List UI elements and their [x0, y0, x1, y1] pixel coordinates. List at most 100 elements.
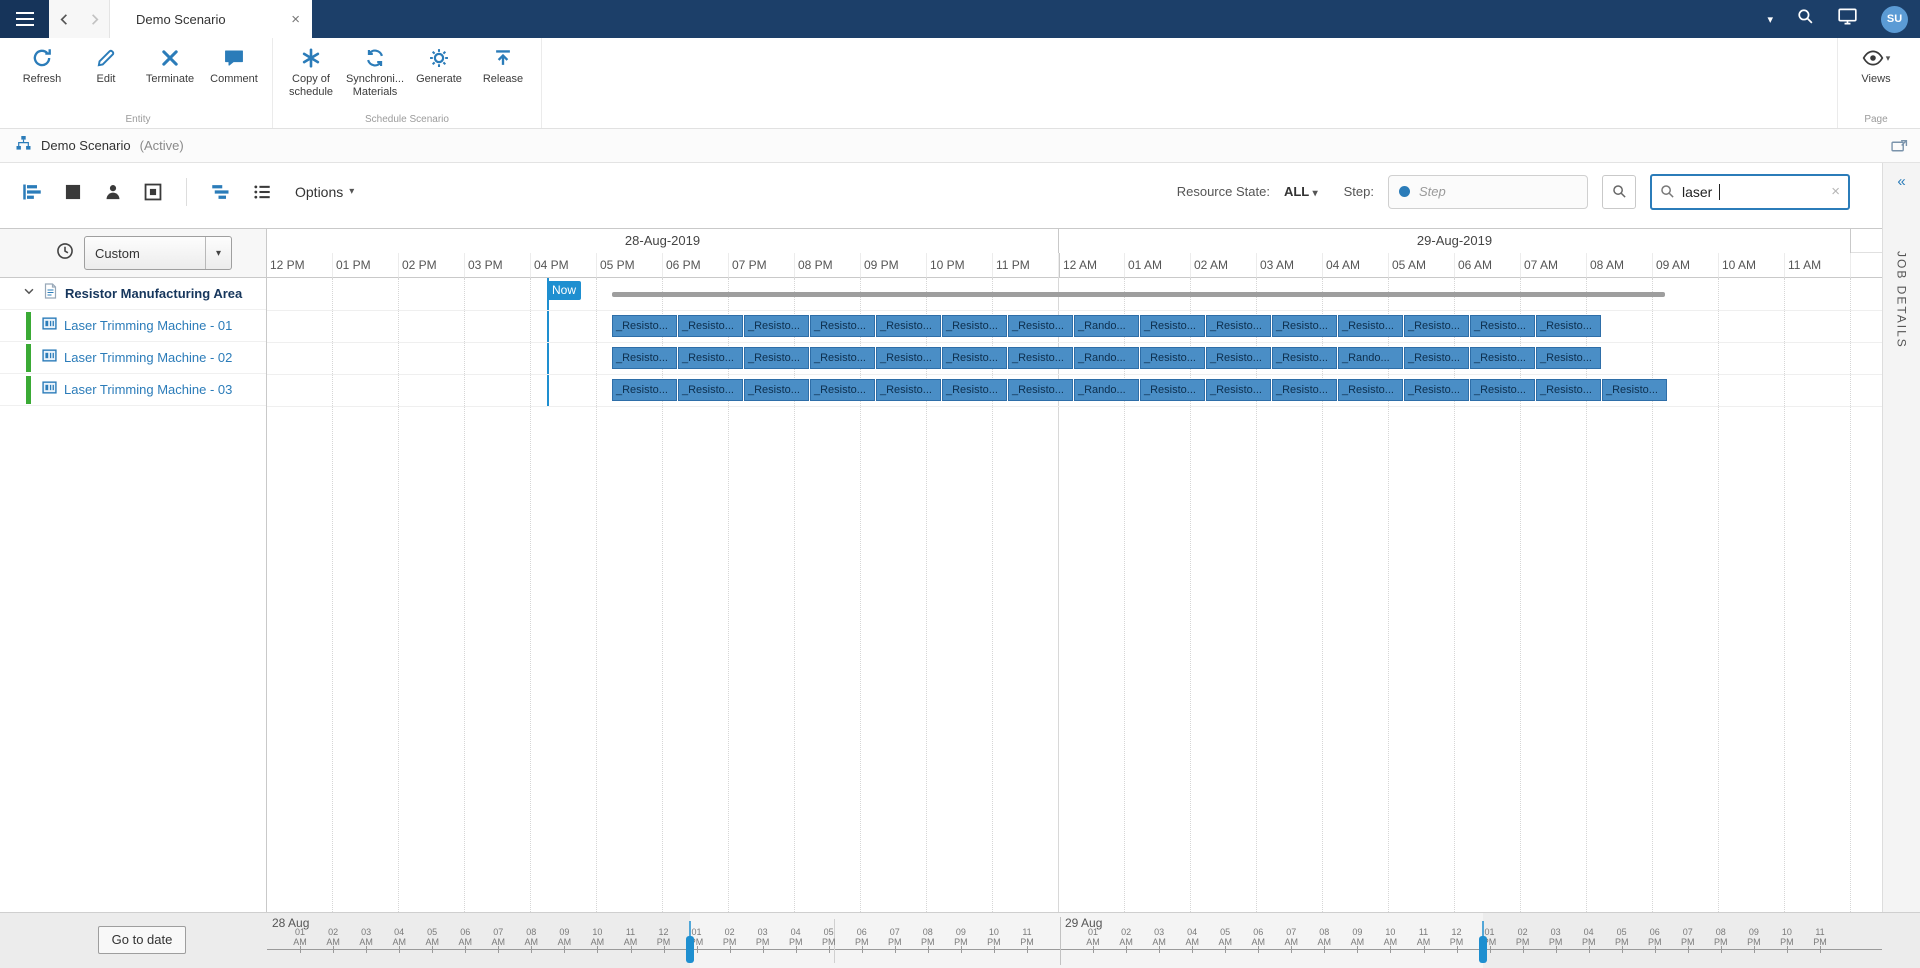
comment-button[interactable]: Comment: [202, 46, 266, 86]
task-bar[interactable]: _Resisto...: [876, 315, 941, 337]
task-bar[interactable]: _Resisto...: [876, 379, 941, 401]
collapse-panel-icon[interactable]: «: [1883, 173, 1920, 190]
task-bar[interactable]: _Resisto...: [1404, 347, 1469, 369]
task-bar[interactable]: _Resisto...: [810, 315, 875, 337]
generate-button[interactable]: Generate: [407, 46, 471, 99]
time-range-value: Custom: [85, 246, 205, 261]
task-bar[interactable]: _Resisto...: [942, 379, 1007, 401]
task-bar[interactable]: _Resisto...: [1536, 347, 1601, 369]
topbar-actions: ▾ SU: [1767, 0, 1908, 38]
task-bar[interactable]: _Resisto...: [1008, 315, 1073, 337]
task-bar[interactable]: _Resisto...: [1140, 379, 1205, 401]
timeline-range-handle-left[interactable]: [686, 936, 694, 963]
task-bar[interactable]: _Resisto...: [744, 315, 809, 337]
gantt-view-button[interactable]: [22, 183, 42, 201]
status-badge: (Active): [140, 138, 184, 153]
edit-button[interactable]: Edit: [74, 46, 138, 86]
task-bar[interactable]: _Resisto...: [1140, 347, 1205, 369]
task-bar[interactable]: _Resisto...: [1602, 379, 1667, 401]
tree-machine-row[interactable]: Laser Trimming Machine - 02: [0, 342, 266, 374]
task-bar[interactable]: _Rando...: [1074, 315, 1139, 337]
clear-icon[interactable]: ×: [1831, 183, 1840, 200]
terminate-button[interactable]: Terminate: [138, 46, 202, 86]
search-icon: [1660, 184, 1675, 199]
task-bar[interactable]: _Resisto...: [1206, 379, 1271, 401]
machine-label[interactable]: Laser Trimming Machine - 02: [64, 350, 232, 365]
task-bar[interactable]: _Resisto...: [612, 315, 677, 337]
synchronize-materials-button[interactable]: Synchroni...Materials: [343, 46, 407, 99]
tree-machine-row[interactable]: Laser Trimming Machine - 03: [0, 374, 266, 406]
task-bar[interactable]: _Resisto...: [744, 347, 809, 369]
avatar[interactable]: SU: [1881, 6, 1908, 33]
task-bar[interactable]: _Resisto...: [1008, 347, 1073, 369]
menu-icon[interactable]: [0, 0, 49, 38]
step-input[interactable]: Step: [1388, 175, 1588, 209]
task-bar[interactable]: _Rando...: [1338, 347, 1403, 369]
back-icon[interactable]: [49, 12, 79, 27]
tree-machine-row[interactable]: Laser Trimming Machine - 01: [0, 310, 266, 342]
machine-label[interactable]: Laser Trimming Machine - 03: [64, 382, 232, 397]
task-bar[interactable]: _Resisto...: [1470, 379, 1535, 401]
task-bar[interactable]: _Resisto...: [942, 315, 1007, 337]
timeline-hour-label: 08AM: [1313, 927, 1335, 948]
task-bar[interactable]: _Rando...: [1074, 347, 1139, 369]
views-button[interactable]: ▾Views: [1844, 46, 1908, 86]
task-bar[interactable]: _Resisto...: [1338, 379, 1403, 401]
task-bar[interactable]: _Resisto...: [1272, 315, 1337, 337]
go-to-date-button[interactable]: Go to date: [98, 926, 186, 954]
options-button[interactable]: Options ▾: [295, 184, 354, 200]
task-bar[interactable]: _Resisto...: [1206, 315, 1271, 337]
copy-of-schedule-button[interactable]: Copy ofschedule: [279, 46, 343, 99]
tree-area-row[interactable]: Resistor Manufacturing Area: [0, 278, 266, 310]
block-view-button[interactable]: [64, 183, 82, 201]
frame-view-button[interactable]: [144, 183, 162, 201]
chevron-down-icon[interactable]: ▾: [1767, 13, 1773, 26]
job-details-panel-tab[interactable]: « JOB DETAILS: [1882, 163, 1920, 912]
time-range-dropdown[interactable]: Custom ▾: [84, 236, 232, 270]
refresh-button[interactable]: Refresh: [10, 46, 74, 86]
step-search-button[interactable]: [1602, 175, 1636, 209]
task-bar[interactable]: _Resisto...: [876, 347, 941, 369]
list-view-button[interactable]: [253, 183, 271, 201]
resource-state-label: Resource State:: [1177, 184, 1270, 199]
timeline-range-handle-right[interactable]: [1479, 936, 1487, 963]
tab-demo-scenario[interactable]: Demo Scenario ×: [109, 0, 312, 38]
close-icon[interactable]: ×: [289, 11, 302, 28]
task-bar[interactable]: _Resisto...: [1206, 347, 1271, 369]
task-bar[interactable]: _Resisto...: [678, 315, 743, 337]
task-bar[interactable]: _Resisto...: [1470, 315, 1535, 337]
machine-label[interactable]: Laser Trimming Machine - 01: [64, 318, 232, 333]
timeline-hour-label: 01AM: [1082, 927, 1104, 948]
task-bar[interactable]: _Resisto...: [612, 379, 677, 401]
row-separator: [267, 374, 1882, 375]
task-bar[interactable]: _Resisto...: [1536, 315, 1601, 337]
task-bar[interactable]: _Resisto...: [1272, 347, 1337, 369]
search-icon[interactable]: [1797, 8, 1814, 30]
task-bar[interactable]: _Resisto...: [612, 347, 677, 369]
resource-gantt-view-button[interactable]: [211, 183, 231, 201]
resource-view-button[interactable]: [104, 183, 122, 201]
release-button[interactable]: Release: [471, 46, 535, 99]
task-bar[interactable]: _Resisto...: [678, 379, 743, 401]
forward-icon[interactable]: [79, 12, 109, 27]
task-bar[interactable]: _Resisto...: [1404, 379, 1469, 401]
task-bar[interactable]: _Resisto...: [1140, 315, 1205, 337]
task-bar[interactable]: _Resisto...: [942, 347, 1007, 369]
search-input[interactable]: laser ×: [1650, 174, 1850, 210]
date-header-cell: 28-Aug-2019: [267, 229, 1059, 254]
task-bar[interactable]: _Resisto...: [810, 347, 875, 369]
task-bar[interactable]: _Rando...: [1074, 379, 1139, 401]
chevron-down-icon[interactable]: [22, 284, 36, 303]
task-bar[interactable]: _Resisto...: [1404, 315, 1469, 337]
task-bar[interactable]: _Resisto...: [1536, 379, 1601, 401]
task-bar[interactable]: _Resisto...: [1470, 347, 1535, 369]
task-bar[interactable]: _Resisto...: [678, 347, 743, 369]
task-bar[interactable]: _Resisto...: [744, 379, 809, 401]
task-bar[interactable]: _Resisto...: [1338, 315, 1403, 337]
task-bar[interactable]: _Resisto...: [1272, 379, 1337, 401]
resource-state-dropdown[interactable]: ALL ▾: [1284, 184, 1318, 199]
fullscreen-icon[interactable]: [1891, 129, 1908, 163]
task-bar[interactable]: _Resisto...: [810, 379, 875, 401]
task-bar[interactable]: _Resisto...: [1008, 379, 1073, 401]
monitor-icon[interactable]: [1838, 8, 1857, 30]
